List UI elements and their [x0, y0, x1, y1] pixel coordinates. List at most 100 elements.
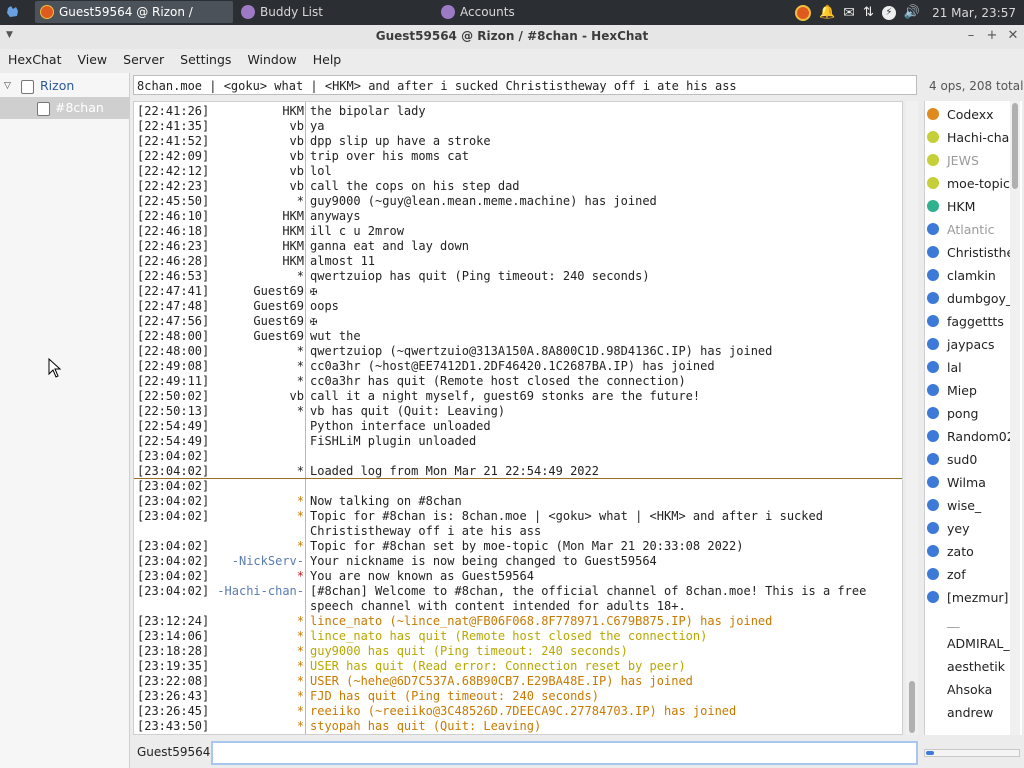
user-list-item[interactable]: ADMIRAL_H: [925, 632, 1011, 655]
chat-nick[interactable]: *: [297, 539, 304, 554]
user-list-item[interactable]: zof: [925, 563, 1011, 586]
chat-nick[interactable]: *: [297, 374, 304, 389]
user-list-item[interactable]: yey: [925, 517, 1011, 540]
xfce-menu-icon[interactable]: [6, 5, 20, 19]
chat-nick[interactable]: HKM: [282, 224, 304, 239]
user-list-item[interactable]: [mezmur]: [925, 586, 1011, 609]
user-list-item[interactable]: __: [925, 609, 1011, 632]
user-list-item[interactable]: Hachi-chan: [925, 126, 1011, 149]
menu-settings[interactable]: Settings: [172, 49, 239, 71]
chat-nick[interactable]: vb: [290, 134, 304, 149]
chat-nick[interactable]: *: [297, 659, 304, 674]
user-list-item[interactable]: Codexx: [925, 103, 1011, 126]
chat-nick[interactable]: HKM: [282, 239, 304, 254]
power-icon[interactable]: ⚡: [881, 5, 896, 20]
topic-bar[interactable]: 8chan.moe | <goku> what | <HKM> and afte…: [133, 75, 917, 95]
expander-icon[interactable]: ▽: [4, 75, 11, 97]
clock[interactable]: 21 Mar, 23:57: [932, 6, 1016, 20]
chat-nick[interactable]: *: [297, 674, 304, 689]
user-list-item[interactable]: pong: [925, 402, 1011, 425]
nick-button[interactable]: Guest59564: [137, 745, 210, 759]
menu-server[interactable]: Server: [115, 49, 172, 71]
chat-nick[interactable]: *: [297, 494, 304, 509]
chat-nick[interactable]: Guest69: [253, 284, 304, 299]
user-list-item[interactable]: Ahsoka: [925, 678, 1011, 701]
maximize-icon[interactable]: +: [983, 27, 1001, 45]
user-list-item[interactable]: Wilma: [925, 471, 1011, 494]
message-input-box[interactable]: [211, 741, 920, 765]
chat-nick[interactable]: *: [297, 464, 304, 479]
chat-nick[interactable]: HKM: [282, 254, 304, 269]
user-status-icon: [927, 453, 939, 465]
bell-icon[interactable]: 🔔: [819, 5, 835, 20]
chat-nick[interactable]: *: [297, 644, 304, 659]
tree-channel-8chan[interactable]: #8chan: [0, 97, 129, 119]
user-list-item[interactable]: Miep: [925, 379, 1011, 402]
user-list-item[interactable]: HKM: [925, 195, 1011, 218]
chat-nick[interactable]: *: [297, 719, 304, 734]
user-list-item[interactable]: moe-topic: [925, 172, 1011, 195]
chat-nick[interactable]: HKM: [282, 209, 304, 224]
chat-nick[interactable]: vb: [290, 179, 304, 194]
network-icon[interactable]: ⇅: [863, 5, 874, 20]
chat-nick[interactable]: -NickServ-: [232, 554, 304, 569]
chat-nick[interactable]: HKM: [282, 104, 304, 119]
chat-nick[interactable]: vb: [290, 389, 304, 404]
chat-nick[interactable]: *: [297, 194, 304, 209]
chat-nick[interactable]: vb: [290, 119, 304, 134]
user-list-item[interactable]: wise_: [925, 494, 1011, 517]
chat-nick[interactable]: -Hachi-chan-: [217, 584, 304, 599]
chat-nick[interactable]: *: [297, 614, 304, 629]
chat-message: call it a night myself, guest69 stonks a…: [310, 389, 701, 403]
user-list-item[interactable]: Random024: [925, 425, 1011, 448]
user-list-item[interactable]: faggettts: [925, 310, 1011, 333]
user-list-item[interactable]: clamkin: [925, 264, 1011, 287]
user-list-item[interactable]: jaypacs: [925, 333, 1011, 356]
chat-nick[interactable]: Guest69: [253, 314, 304, 329]
chat-log[interactable]: [22:41:26] HKM the bipolar lady [22:41:35] v…: [133, 101, 903, 735]
chat-nick[interactable]: *: [297, 704, 304, 719]
user-list[interactable]: Codexx Hachi-chan JEWS moe-topic HKM Atlantic…: [924, 101, 1022, 735]
chat-scrollbar[interactable]: [906, 101, 918, 735]
message-input[interactable]: [213, 743, 920, 765]
mail-icon[interactable]: ✉: [843, 5, 855, 21]
user-list-item[interactable]: zato: [925, 540, 1011, 563]
task-hexchat[interactable]: Guest59564 @ Rizon / #8cha...: [35, 1, 233, 41]
user-list-item[interactable]: Christistheway: [925, 241, 1011, 264]
chat-nick[interactable]: vb: [290, 149, 304, 164]
volume-icon[interactable]: 🔊: [904, 5, 920, 20]
task-buddy-list[interactable]: Buddy List: [236, 1, 426, 23]
user-nick: [mezmur]: [947, 590, 1009, 605]
user-list-item[interactable]: andrew: [925, 701, 1011, 724]
chat-nick[interactable]: *: [297, 359, 304, 374]
chat-nick[interactable]: *: [297, 689, 304, 704]
userlist-scrollbar[interactable]: [1010, 101, 1020, 735]
chat-nick[interactable]: Guest69: [253, 299, 304, 314]
chat-nick[interactable]: *: [297, 569, 304, 584]
user-list-item[interactable]: lal: [925, 356, 1011, 379]
chat-line: [23:43:50] * styopah has quit (Quit: Leavi…: [134, 719, 900, 734]
user-list-item[interactable]: aesthetik: [925, 655, 1011, 678]
menu-help[interactable]: Help: [305, 49, 350, 71]
chat-nick[interactable]: vb: [290, 164, 304, 179]
user-list-item[interactable]: JEWS: [925, 149, 1011, 172]
chat-nick[interactable]: Guest69: [253, 329, 304, 344]
chat-scroll-thumb[interactable]: [909, 681, 915, 733]
chat-nick[interactable]: *: [297, 344, 304, 359]
chat-nick[interactable]: *: [297, 509, 304, 524]
chat-nick[interactable]: *: [297, 629, 304, 644]
userlist-scroll-thumb[interactable]: [1012, 103, 1018, 189]
chat-nick[interactable]: *: [297, 269, 304, 284]
menu-hexchat[interactable]: HexChat: [0, 49, 69, 71]
minimize-icon[interactable]: –: [962, 27, 980, 45]
user-list-item[interactable]: Atlantic: [925, 218, 1011, 241]
close-icon[interactable]: ✕: [1004, 27, 1022, 45]
task-accounts[interactable]: Accounts: [436, 1, 626, 23]
tree-server-rizon[interactable]: ▽ Rizon: [0, 75, 129, 97]
chat-nick[interactable]: *: [297, 404, 304, 419]
hexchat-tray-icon[interactable]: [795, 4, 812, 21]
menu-view[interactable]: View: [69, 49, 115, 71]
menu-window[interactable]: Window: [239, 49, 304, 71]
user-list-item[interactable]: dumbgoy_: [925, 287, 1011, 310]
user-list-item[interactable]: sud0: [925, 448, 1011, 471]
